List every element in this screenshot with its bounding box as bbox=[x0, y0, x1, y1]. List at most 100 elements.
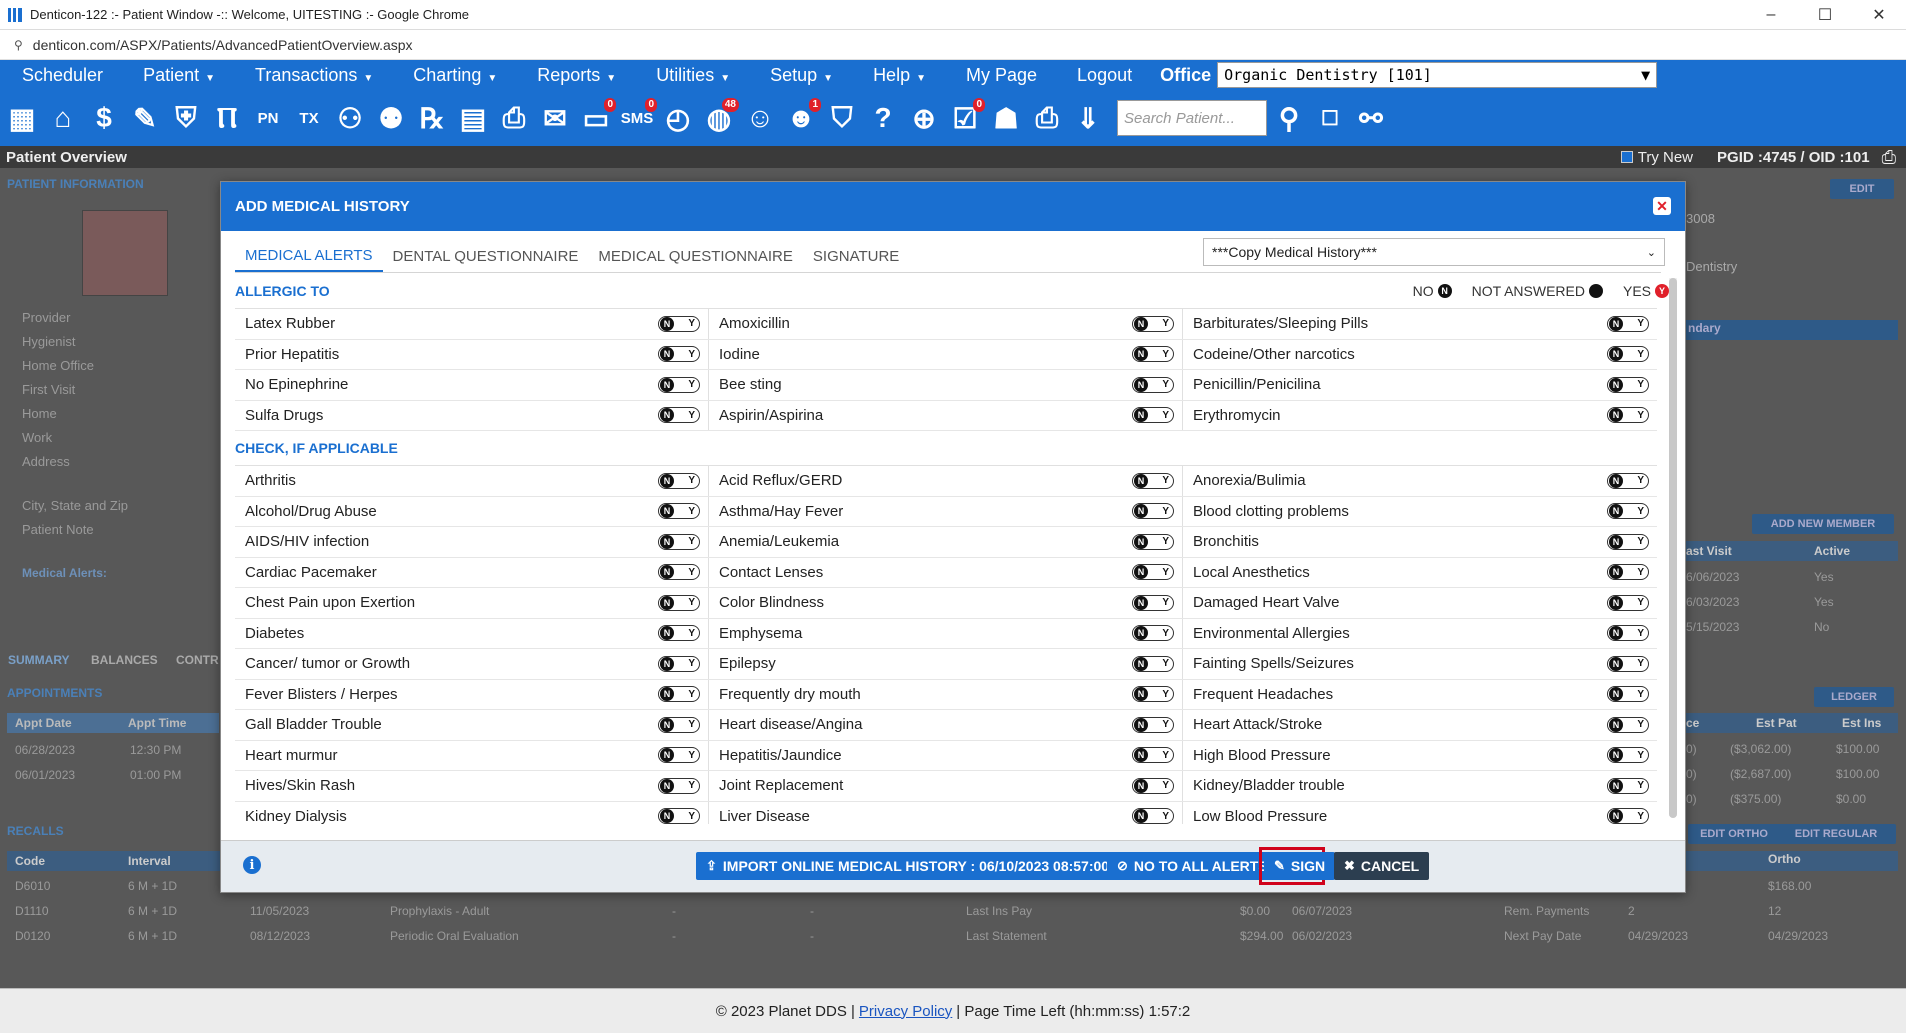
url-text[interactable]: denticon.com/ASPX/Patients/AdvancedPatie… bbox=[33, 37, 413, 53]
toggle-yes-label[interactable]: Y bbox=[1162, 475, 1169, 486]
toggle-yes-label[interactable]: Y bbox=[688, 506, 695, 517]
yes-no-toggle[interactable]: NY bbox=[658, 346, 700, 363]
yes-no-toggle[interactable]: NY bbox=[1132, 777, 1174, 794]
toggle-no-knob[interactable]: N bbox=[1134, 408, 1148, 423]
toggle-no-knob[interactable]: N bbox=[660, 778, 674, 793]
toggle-no-knob[interactable]: N bbox=[1134, 687, 1148, 702]
yes-no-toggle[interactable]: NY bbox=[1607, 716, 1649, 733]
clock-icon[interactable]: ◴ bbox=[660, 98, 696, 138]
toggle-yes-label[interactable]: Y bbox=[688, 811, 695, 822]
toggle-yes-label[interactable]: Y bbox=[1162, 628, 1169, 639]
toggle-yes-label[interactable]: Y bbox=[1637, 379, 1644, 390]
toggle-no-knob[interactable]: N bbox=[1134, 748, 1148, 763]
search-patient-input[interactable]: Search Patient... bbox=[1117, 100, 1267, 136]
toggle-no-knob[interactable]: N bbox=[1609, 626, 1623, 641]
edit-ortho-button[interactable]: EDIT ORTHO bbox=[1688, 824, 1780, 844]
tab-medical-alerts[interactable]: MEDICAL ALERTS bbox=[235, 240, 383, 272]
toggle-no-knob[interactable]: N bbox=[1609, 717, 1623, 732]
toggle-no-knob[interactable]: N bbox=[1134, 565, 1148, 580]
patient-search-icon[interactable]: ⚲ bbox=[1271, 98, 1307, 138]
office-select[interactable]: Organic Dentistry [101] ▼ bbox=[1217, 62, 1658, 88]
toggle-yes-label[interactable]: Y bbox=[1637, 689, 1644, 700]
sms-icon[interactable]: SMS 0 bbox=[619, 98, 657, 138]
minimize-button[interactable]: – bbox=[1744, 0, 1798, 30]
yes-no-toggle[interactable]: NY bbox=[1607, 686, 1649, 703]
toggle-yes-label[interactable]: Y bbox=[1637, 597, 1644, 608]
toggle-yes-label[interactable]: Y bbox=[688, 597, 695, 608]
toggle-yes-label[interactable]: Y bbox=[1162, 689, 1169, 700]
yes-no-toggle[interactable]: NY bbox=[658, 315, 700, 332]
edit-patient-button[interactable]: EDIT bbox=[1830, 179, 1894, 199]
menu-my-page[interactable]: My Page bbox=[944, 65, 1055, 86]
toggle-no-knob[interactable]: N bbox=[660, 316, 674, 331]
yes-no-toggle[interactable]: NY bbox=[1607, 747, 1649, 764]
toggle-no-knob[interactable]: N bbox=[660, 748, 674, 763]
yes-no-toggle[interactable]: NY bbox=[658, 686, 700, 703]
yes-no-toggle[interactable]: NY bbox=[1607, 655, 1649, 672]
calendar-icon[interactable]: ▦ bbox=[4, 98, 40, 138]
yes-no-toggle[interactable]: NY bbox=[1607, 376, 1649, 393]
sign-button[interactable]: ✎ SIGN bbox=[1264, 852, 1336, 880]
ledger-button[interactable]: LEDGER bbox=[1814, 687, 1894, 707]
toggle-no-knob[interactable]: N bbox=[660, 473, 674, 488]
yes-no-toggle[interactable]: NY bbox=[658, 808, 700, 824]
toggle-no-knob[interactable]: N bbox=[660, 656, 674, 671]
toggle-yes-label[interactable]: Y bbox=[1162, 597, 1169, 608]
toggle-no-knob[interactable]: N bbox=[1609, 377, 1623, 392]
add-new-member-button[interactable]: ADD NEW MEMBER bbox=[1752, 514, 1894, 534]
toggle-no-knob[interactable]: N bbox=[1134, 377, 1148, 392]
no-to-all-alerts-button[interactable]: ⊘ NO TO ALL ALERTS bbox=[1107, 852, 1278, 880]
toggle-yes-label[interactable]: Y bbox=[688, 689, 695, 700]
yes-no-toggle[interactable]: NY bbox=[1607, 472, 1649, 489]
menu-transactions[interactable]: Transactions ▼ bbox=[233, 65, 391, 86]
toggle-no-knob[interactable]: N bbox=[1609, 534, 1623, 549]
yes-no-toggle[interactable]: NY bbox=[658, 376, 700, 393]
toggle-no-knob[interactable]: N bbox=[1134, 656, 1148, 671]
toggle-yes-label[interactable]: Y bbox=[1162, 410, 1169, 421]
printer-doc-icon[interactable]: ⎙ bbox=[496, 98, 532, 138]
yes-no-toggle[interactable]: NY bbox=[1132, 747, 1174, 764]
toggle-yes-label[interactable]: Y bbox=[1637, 475, 1644, 486]
yes-no-toggle[interactable]: NY bbox=[1132, 503, 1174, 520]
pen-chart-icon[interactable]: ✎ bbox=[127, 98, 163, 138]
toggle-yes-label[interactable]: Y bbox=[1637, 410, 1644, 421]
toggle-yes-label[interactable]: Y bbox=[1162, 536, 1169, 547]
toggle-yes-label[interactable]: Y bbox=[688, 349, 695, 360]
tab-signature[interactable]: SIGNATURE bbox=[803, 240, 909, 272]
cancel-button[interactable]: ✖ CANCEL bbox=[1334, 852, 1430, 880]
menu-charting[interactable]: Charting ▼ bbox=[391, 65, 515, 86]
edit-regular-button[interactable]: EDIT REGULAR bbox=[1776, 824, 1896, 844]
staff-icon[interactable]: ☺ bbox=[742, 98, 778, 138]
yes-no-toggle[interactable]: NY bbox=[1132, 376, 1174, 393]
appt-date[interactable]: 06/28/2023 bbox=[15, 743, 75, 757]
menu-reports[interactable]: Reports ▼ bbox=[515, 65, 634, 86]
alert-user-icon[interactable]: ☻ 1 bbox=[783, 98, 821, 138]
toggle-yes-label[interactable]: Y bbox=[1637, 750, 1644, 761]
toggle-yes-label[interactable]: Y bbox=[688, 475, 695, 486]
toggle-no-knob[interactable]: N bbox=[1609, 778, 1623, 793]
toggle-no-knob[interactable]: N bbox=[1134, 347, 1148, 362]
toggle-no-knob[interactable]: N bbox=[660, 595, 674, 610]
add-user-icon[interactable]: ⚇ bbox=[332, 98, 368, 138]
prescription-icon[interactable]: ℞ bbox=[414, 98, 450, 138]
import-online-medical-history-button[interactable]: ⇪ IMPORT ONLINE MEDICAL HISTORY : 06/10/2… bbox=[696, 852, 1166, 880]
toggle-yes-label[interactable]: Y bbox=[688, 567, 695, 578]
yes-no-toggle[interactable]: NY bbox=[658, 747, 700, 764]
toggle-yes-label[interactable]: Y bbox=[1637, 780, 1644, 791]
info-icon[interactable]: i bbox=[243, 856, 261, 874]
address-bar[interactable]: ⚲ denticon.com/ASPX/Patients/AdvancedPat… bbox=[0, 30, 1906, 60]
toggle-yes-label[interactable]: Y bbox=[1162, 780, 1169, 791]
toggle-no-knob[interactable]: N bbox=[660, 565, 674, 580]
toggle-yes-label[interactable]: Y bbox=[688, 379, 695, 390]
toggle-no-knob[interactable]: N bbox=[1134, 778, 1148, 793]
molar-icon[interactable]: Ⲡ bbox=[209, 98, 245, 138]
yes-no-toggle[interactable]: NY bbox=[658, 564, 700, 581]
print-page-icon[interactable]: ⎙ bbox=[1882, 147, 1896, 168]
toggle-no-knob[interactable]: N bbox=[660, 408, 674, 423]
yes-no-toggle[interactable]: NY bbox=[1132, 655, 1174, 672]
print-icon[interactable]: ⎙ bbox=[1029, 98, 1065, 138]
yes-no-toggle[interactable]: NY bbox=[1132, 564, 1174, 581]
menu-setup[interactable]: Setup ▼ bbox=[748, 65, 851, 86]
toggle-no-knob[interactable]: N bbox=[660, 717, 674, 732]
group-icon[interactable]: ☗ bbox=[988, 98, 1024, 138]
